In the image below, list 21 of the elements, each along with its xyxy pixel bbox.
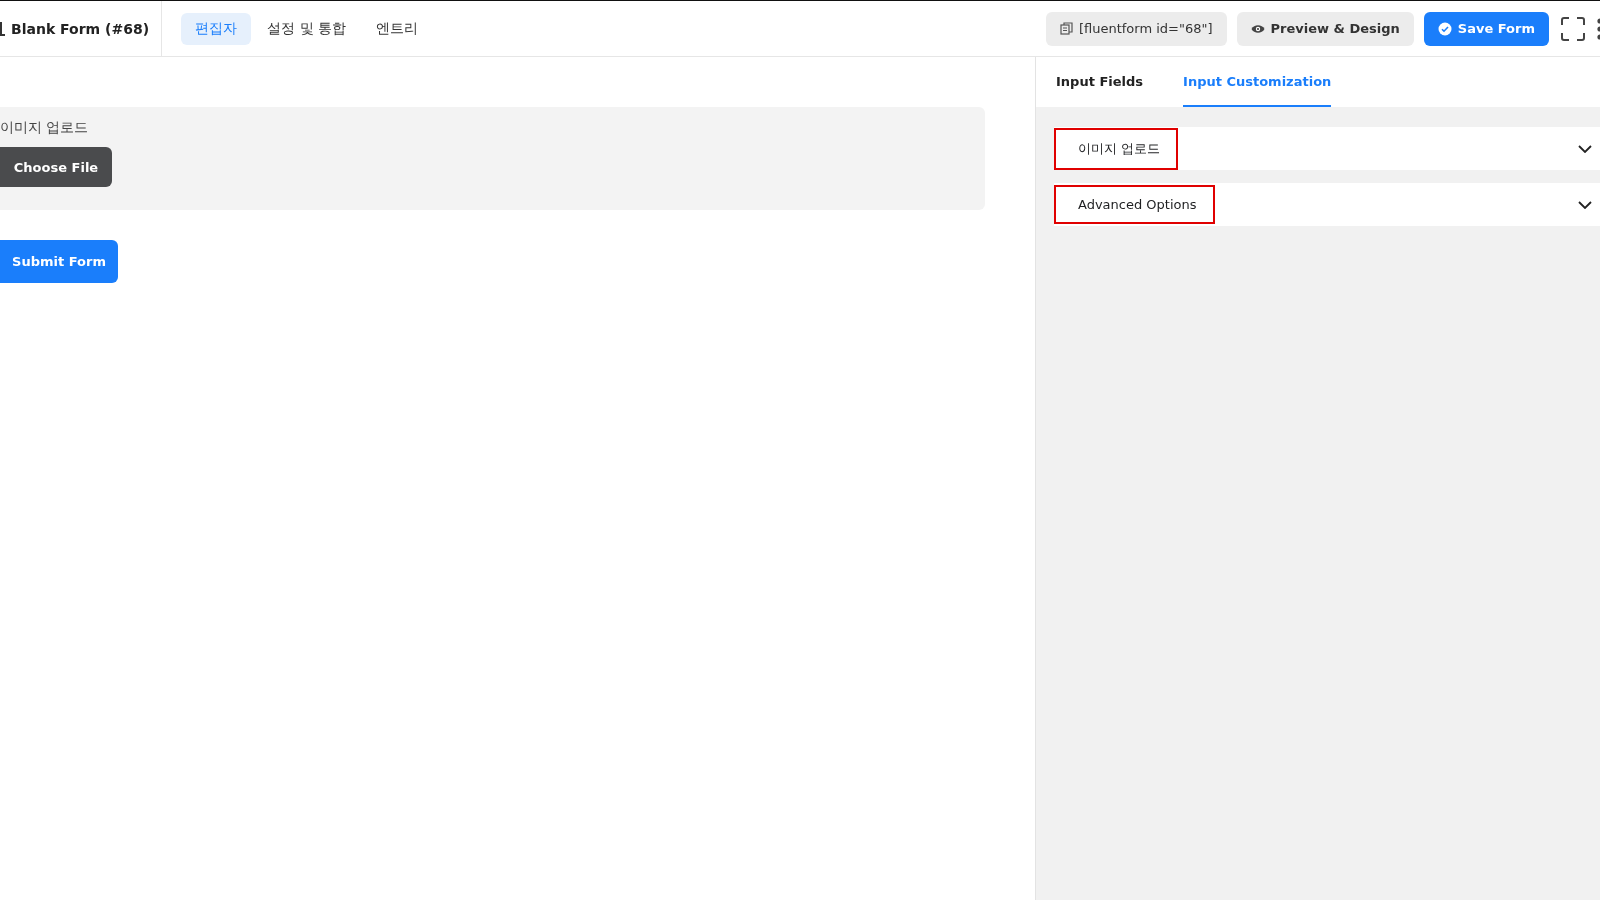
panel-tab[interactable]: Input Customization xyxy=(1183,57,1332,107)
shortcode-button[interactable]: [fluentform id="68"] xyxy=(1045,11,1227,46)
nav-tab[interactable]: 엔트리 xyxy=(361,12,432,45)
chevron-down-icon xyxy=(1578,200,1592,209)
fullscreen-icon[interactable] xyxy=(1561,16,1585,41)
section-title: Advanced Options xyxy=(1054,185,1215,224)
copy-icon xyxy=(1059,22,1073,35)
field-label: 이미지 업로드 xyxy=(0,119,89,137)
section-title: 이미지 업로드 xyxy=(1054,127,1179,170)
eye-icon xyxy=(1250,23,1265,34)
accordion-header[interactable]: Advanced Options xyxy=(1054,183,1600,226)
chevron-down-icon xyxy=(1578,144,1592,153)
check-circle-icon xyxy=(1437,21,1452,36)
choose-file-button[interactable]: Choose File xyxy=(0,147,112,187)
save-button[interactable]: Save Form xyxy=(1423,11,1549,46)
form-title: Blank Form (#68) xyxy=(11,20,150,37)
preview-button[interactable]: Preview & Design xyxy=(1236,11,1414,46)
accordion-header[interactable]: 이미지 업로드 xyxy=(1054,127,1600,170)
panel-tab[interactable]: Input Fields xyxy=(1056,57,1144,107)
submit-button[interactable]: Submit Form xyxy=(0,240,118,283)
nav-tab[interactable]: 설정 및 통합 xyxy=(253,12,360,45)
